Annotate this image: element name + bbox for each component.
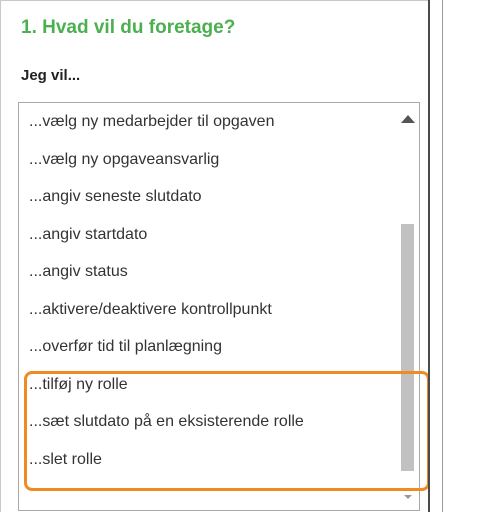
action-list: ...vælg ny medarbejder til opgaven ...væ… xyxy=(19,103,397,478)
action-listbox[interactable]: ...vælg ny medarbejder til opgaven ...væ… xyxy=(18,102,420,511)
action-field-label: Jeg vil... xyxy=(21,67,81,84)
list-item[interactable]: ...angiv startdato xyxy=(19,216,397,254)
list-item[interactable]: ...aktivere/deaktivere kontrollpunkt xyxy=(19,291,397,329)
list-item[interactable]: ...angiv seneste slutdato xyxy=(19,178,397,216)
pane-divider xyxy=(428,0,430,512)
list-item[interactable]: ...vælg ny medarbejder til opgaven xyxy=(19,103,397,141)
list-item[interactable]: ...slet rolle xyxy=(19,441,397,479)
scroll-down-arrow-icon[interactable] xyxy=(404,495,412,499)
list-item[interactable]: ...overfør tid til planlægning xyxy=(19,328,397,366)
list-item[interactable]: ...sæt slutdato på en eksisterende rolle xyxy=(19,403,397,441)
scroll-up-arrow-icon[interactable] xyxy=(401,115,415,123)
right-pane xyxy=(443,0,489,512)
step-title: 1. Hvad vil du foretage? xyxy=(21,17,236,38)
list-item[interactable]: ...tilføj ny rolle xyxy=(19,366,397,404)
list-item[interactable]: ...angiv status xyxy=(19,253,397,291)
scroll-thumb[interactable] xyxy=(401,224,414,471)
listbox-scrollbar[interactable] xyxy=(397,103,419,510)
action-panel: 1. Hvad vil du foretage? Jeg vil... ...v… xyxy=(0,0,430,512)
list-item[interactable]: ...vælg ny opgaveansvarlig xyxy=(19,141,397,179)
